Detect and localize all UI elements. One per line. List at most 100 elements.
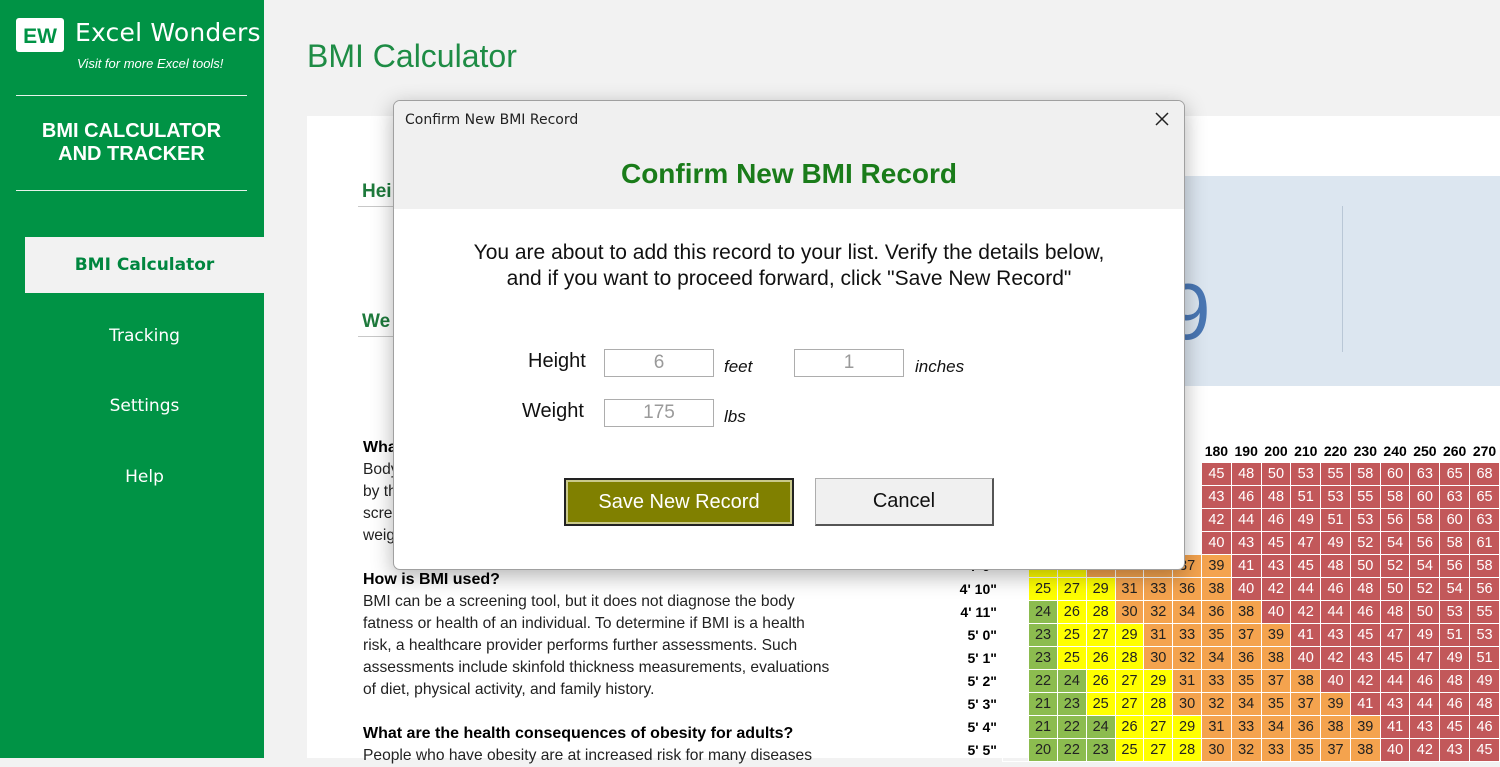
bmi-cell: 34 <box>1201 646 1232 670</box>
bmi-cell: 29 <box>1172 715 1203 739</box>
info-how-is-bmi-used: How is BMI used? BMI can be a screening … <box>363 569 873 701</box>
bmi-cell: 44 <box>1320 600 1351 624</box>
info-line: assessments include skinfold thickness m… <box>363 659 830 676</box>
table-row: 5' 0" 23 25 27 29 31 33 35 37 39 41 43 45 47 49 51 53 <box>958 623 1500 647</box>
bmi-cell: 55 <box>1469 600 1500 624</box>
bmi-weight-header: 190 <box>1234 442 1258 459</box>
bmi-cell: 38 <box>1230 600 1262 624</box>
bmi-cell <box>1001 692 1030 716</box>
sidebar-item-help[interactable]: Help <box>25 449 264 505</box>
bmi-weight-header: 260 <box>1442 442 1467 459</box>
dialog-message-line-2: and if you want to proceed forward, clic… <box>506 267 1072 290</box>
bmi-cell: 37 <box>1260 669 1292 693</box>
bmi-cell: 55 <box>1320 462 1351 486</box>
bmi-cell: 40 <box>1260 600 1292 624</box>
bmi-height-header: 5' 3" <box>967 696 997 712</box>
bmi-cell: 48 <box>1260 485 1292 509</box>
height-section-divider <box>358 206 398 207</box>
bmi-cell: 58 <box>1469 554 1500 578</box>
bmi-cell: 52 <box>1409 577 1441 601</box>
bmi-cell: 32 <box>1143 600 1174 624</box>
feet-unit-label: feet <box>724 357 753 376</box>
bmi-cell: 38 <box>1260 646 1292 670</box>
table-row: 4' 11" 24 26 28 30 32 34 36 38 40 42 44 46 48 50 53 55 <box>958 600 1500 624</box>
page-title: BMI Calculator <box>307 38 517 74</box>
info-question-title: How is BMI used? <box>363 571 500 588</box>
dialog-heading: Confirm New BMI Record <box>620 158 958 189</box>
bmi-cell <box>1001 646 1030 670</box>
height-feet-input[interactable] <box>604 349 714 377</box>
bmi-cell: 30 <box>1172 692 1203 716</box>
bmi-cell: 52 <box>1379 554 1411 578</box>
bmi-cell: 44 <box>1290 577 1322 601</box>
bmi-cell: 21 <box>1028 692 1058 716</box>
excel-wonders-logo[interactable]: EW Excel Wonders Visit for more Excel to… <box>16 16 261 76</box>
weight-input[interactable] <box>604 399 714 427</box>
bmi-cell: 41 <box>1349 692 1381 716</box>
bmi-cell: 46 <box>1349 600 1381 624</box>
table-row: 4' 10" 25 27 29 31 33 36 38 40 42 44 46 48 50 52 54 56 <box>958 577 1500 601</box>
bmi-cell <box>1001 715 1030 739</box>
bmi-cell: 41 <box>1230 554 1262 578</box>
bmi-cell: 53 <box>1349 508 1381 532</box>
bmi-cell: 53 <box>1320 485 1351 509</box>
table-row: 5' 3" 21 23 25 27 28 30 32 34 35 37 39 41 43 44 46 48 <box>958 692 1500 716</box>
bmi-cell: 45 <box>1379 646 1411 670</box>
bmi-cell: 23 <box>1085 738 1116 762</box>
bmi-cell: 37 <box>1230 623 1262 647</box>
bmi-cell: 26 <box>1085 669 1116 693</box>
bmi-cell: 32 <box>1172 646 1203 670</box>
dialog-titlebar[interactable]: Confirm New BMI Record <box>394 101 1184 137</box>
height-section-label: Hei <box>362 181 392 202</box>
bmi-cell: 49 <box>1320 531 1351 555</box>
sidebar-item-bmi-calculator[interactable]: BMI Calculator <box>25 237 264 293</box>
bmi-cell: 39 <box>1260 623 1292 647</box>
logo-tagline[interactable]: Visit for more Excel tools! <box>77 56 223 71</box>
table-row: 5' 2" 22 24 26 27 29 31 33 35 37 38 40 42 44 46 48 49 <box>958 669 1500 693</box>
close-icon[interactable] <box>1152 109 1172 129</box>
bmi-cell <box>1001 669 1030 693</box>
bmi-cell: 38 <box>1349 738 1381 762</box>
bmi-cell: 30 <box>1143 646 1174 670</box>
bmi-cell: 51 <box>1320 508 1351 532</box>
bmi-cell: 61 <box>1469 531 1500 555</box>
app-title-line-1: BMI CALCULATOR <box>41 120 222 142</box>
bmi-cell: 63 <box>1469 508 1500 532</box>
bmi-cell: 54 <box>1409 554 1441 578</box>
bmi-cell: 25 <box>1056 646 1087 670</box>
bmi-cell: 33 <box>1143 577 1174 601</box>
save-new-record-button[interactable]: Save New Record <box>564 478 794 526</box>
bmi-cell: 51 <box>1290 485 1322 509</box>
bmi-cell: 44 <box>1230 508 1262 532</box>
bmi-cell: 27 <box>1085 623 1116 647</box>
app-title-line-2: AND TRACKER <box>58 143 205 165</box>
bmi-cell: 53 <box>1439 600 1471 624</box>
table-row: 5' 1" 23 25 26 28 30 32 34 36 38 40 42 43 45 47 49 51 <box>958 646 1500 670</box>
bmi-cell: 60 <box>1409 485 1441 509</box>
bmi-cell: 43 <box>1439 738 1471 762</box>
weight-section-divider <box>358 336 398 337</box>
sidebar-item-tracking[interactable]: Tracking <box>25 308 264 364</box>
bmi-cell: 31 <box>1114 577 1145 601</box>
sidebar: EW Excel Wonders Visit for more Excel to… <box>0 0 264 758</box>
bmi-cell: 51 <box>1439 623 1471 647</box>
bmi-cell: 25 <box>1028 577 1058 601</box>
bmi-cell: 43 <box>1320 623 1351 647</box>
bmi-cell: 27 <box>1056 577 1087 601</box>
bmi-cell: 56 <box>1439 554 1471 578</box>
weight-unit-label: lbs <box>724 407 746 426</box>
inches-unit-label: inches <box>915 357 965 376</box>
bmi-cell: 23 <box>1056 692 1087 716</box>
bmi-cell: 26 <box>1056 600 1087 624</box>
sidebar-item-settings[interactable]: Settings <box>25 378 264 434</box>
height-inches-input[interactable] <box>794 349 904 377</box>
bmi-cell: 49 <box>1439 646 1471 670</box>
bmi-cell: 48 <box>1439 669 1471 693</box>
bmi-cell: 49 <box>1409 623 1441 647</box>
bmi-cell: 63 <box>1439 485 1471 509</box>
cancel-button[interactable]: Cancel <box>815 478 994 526</box>
app-title: BMI CALCULATOR AND TRACKER <box>16 120 247 166</box>
bmi-cell: 26 <box>1085 646 1116 670</box>
bmi-cell: 40 <box>1290 646 1322 670</box>
bmi-cell: 31 <box>1143 623 1174 647</box>
